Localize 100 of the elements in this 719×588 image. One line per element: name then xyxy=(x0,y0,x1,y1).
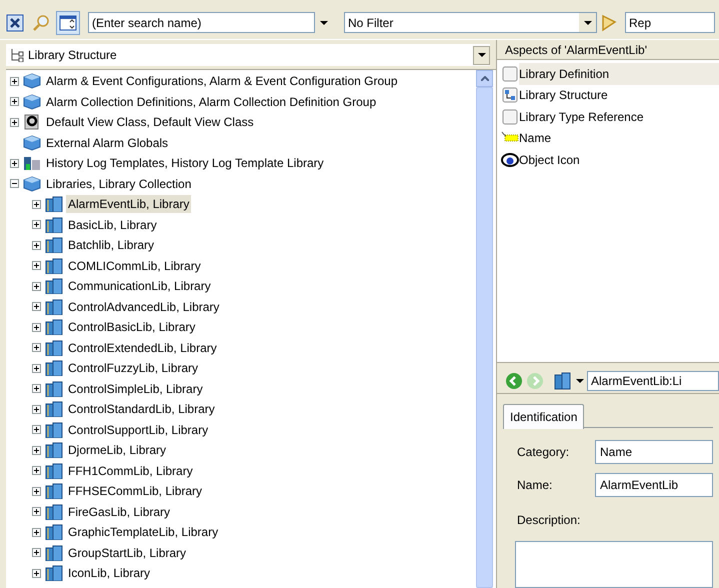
ring-icon xyxy=(23,114,41,130)
folders-icon xyxy=(23,155,41,172)
tree-item[interactable]: CommunicationLib, Library xyxy=(66,277,213,296)
books-icon xyxy=(45,298,63,315)
field-label: Category: xyxy=(517,444,570,461)
expand-icon[interactable] xyxy=(32,507,41,516)
expand-icon[interactable] xyxy=(32,384,41,394)
books-icon xyxy=(45,258,63,274)
cube-icon xyxy=(23,73,41,90)
text-field[interactable]: Rep xyxy=(625,12,715,33)
books-icon xyxy=(45,278,63,294)
tree-structure-icon xyxy=(10,48,24,62)
aspect-item[interactable]: Object Icon xyxy=(519,149,719,170)
aspect-item[interactable]: Library Structure xyxy=(519,84,719,106)
filter-dropdown[interactable]: No Filter xyxy=(344,12,597,33)
expand-icon[interactable] xyxy=(32,200,41,209)
aspect-item[interactable]: Name xyxy=(519,128,719,149)
tree-item[interactable]: ControlSimpleLib, Library xyxy=(66,380,205,398)
expand-icon[interactable] xyxy=(32,466,41,476)
scroll-up-button[interactable] xyxy=(476,70,493,87)
tree-item[interactable]: DjormeLib, Library xyxy=(66,441,168,460)
expand-icon[interactable] xyxy=(32,446,41,455)
books-icon xyxy=(45,401,63,418)
layout-button[interactable] xyxy=(56,10,80,34)
expand-icon[interactable] xyxy=(32,548,41,558)
tree-item[interactable]: Default View Class, Default View Class xyxy=(44,113,256,132)
page-icon xyxy=(501,64,519,83)
expand-icon[interactable] xyxy=(10,97,19,106)
text-field[interactable]: AlarmEventLib xyxy=(595,473,713,497)
caret-icon[interactable] xyxy=(576,378,584,382)
search-field[interactable]: (Enter search name) xyxy=(88,12,315,33)
books-icon xyxy=(45,237,63,254)
tree-item[interactable]: ControlBasicLib, Library xyxy=(66,318,198,336)
tree-item[interactable]: Alarm & Event Configurations, Alarm & Event Configuration Group xyxy=(44,72,400,90)
books-icon xyxy=(45,504,63,520)
collapse-icon[interactable] xyxy=(10,179,19,188)
books-icon xyxy=(45,196,63,212)
tree-structure-icon xyxy=(501,86,519,104)
path-field[interactable]: AlarmEventLib:Li xyxy=(587,370,719,390)
expand-icon[interactable] xyxy=(32,364,41,373)
expand-icon[interactable] xyxy=(10,118,19,127)
tree-item[interactable]: ControlSupportLib, Library xyxy=(66,420,210,439)
expand-icon[interactable] xyxy=(32,220,41,230)
books-icon[interactable] xyxy=(553,372,573,390)
books-icon xyxy=(45,319,63,336)
description-field[interactable] xyxy=(515,541,713,588)
expand-icon[interactable] xyxy=(32,568,41,578)
tree-item[interactable]: ControlFuzzyLib, Library xyxy=(66,359,200,378)
panel-icon xyxy=(59,14,77,32)
tree-item[interactable]: IconLib, Library xyxy=(66,564,152,582)
text-field[interactable]: Name xyxy=(595,440,713,464)
tree-item[interactable]: FFH1CommLib, Library xyxy=(66,462,195,480)
close-icon xyxy=(6,14,24,32)
expand-icon[interactable] xyxy=(10,158,19,168)
books-icon xyxy=(45,483,63,500)
expand-icon[interactable] xyxy=(32,302,41,312)
books-icon xyxy=(45,442,63,458)
books-icon xyxy=(45,565,63,582)
tree-item[interactable]: ControlAdvancedLib, Library xyxy=(66,298,222,316)
tree-item[interactable]: History Log Templates, History Log Template Library xyxy=(44,154,326,172)
books-icon xyxy=(45,340,63,356)
expand-icon[interactable] xyxy=(32,261,41,270)
field-label: Name: xyxy=(517,477,554,494)
expand-icon[interactable] xyxy=(32,404,41,414)
expand-icon[interactable] xyxy=(32,343,41,352)
tree-item[interactable]: ControlExtendedLib, Library xyxy=(66,338,219,357)
tree-item[interactable]: Batchlib, Library xyxy=(66,236,156,254)
page-icon xyxy=(501,108,519,126)
books-icon xyxy=(45,422,63,438)
structure-dropdown[interactable]: Library Structure xyxy=(6,44,490,66)
cube-icon xyxy=(23,134,41,151)
tree-item[interactable]: External Alarm Globals xyxy=(44,134,170,152)
expand-icon[interactable] xyxy=(32,240,41,250)
tree-item[interactable]: FFHSECommLib, Library xyxy=(66,482,204,500)
field-label: Description: xyxy=(517,512,580,529)
expand-icon[interactable] xyxy=(32,282,41,291)
tree-item[interactable]: FireGasLib, Library xyxy=(66,502,172,521)
expand-icon[interactable] xyxy=(10,76,19,86)
books-icon xyxy=(45,380,63,397)
close-view-button[interactable] xyxy=(4,12,26,34)
cube-icon xyxy=(23,176,41,192)
expand-icon[interactable] xyxy=(32,486,41,496)
tree-item[interactable]: AlarmEventLib, Library xyxy=(66,195,192,214)
eye-icon xyxy=(501,150,519,169)
aspect-item[interactable]: Library Definition xyxy=(519,63,719,84)
books-icon xyxy=(45,360,63,376)
tree-item[interactable]: COMLICommLib, Library xyxy=(66,256,203,275)
tree-item[interactable]: ControlStandardLib, Library xyxy=(66,400,217,418)
books-icon xyxy=(45,216,63,233)
tree-item[interactable]: GraphicTemplateLib, Library xyxy=(66,523,220,542)
tab[interactable]: Identification xyxy=(503,404,584,429)
expand-icon[interactable] xyxy=(32,425,41,434)
expand-icon[interactable] xyxy=(32,528,41,537)
tree-item[interactable]: GroupStartLib, Library xyxy=(66,544,188,562)
books-icon xyxy=(45,462,63,479)
expand-icon[interactable] xyxy=(32,322,41,332)
tree-item[interactable]: Libraries, Library Collection xyxy=(44,174,194,193)
tree-item[interactable]: Alarm Collection Definitions, Alarm Collection Definition Group xyxy=(44,92,378,111)
tree-item[interactable]: BasicLib, Library xyxy=(66,216,159,234)
aspect-item[interactable]: Library Type Reference xyxy=(519,106,719,128)
